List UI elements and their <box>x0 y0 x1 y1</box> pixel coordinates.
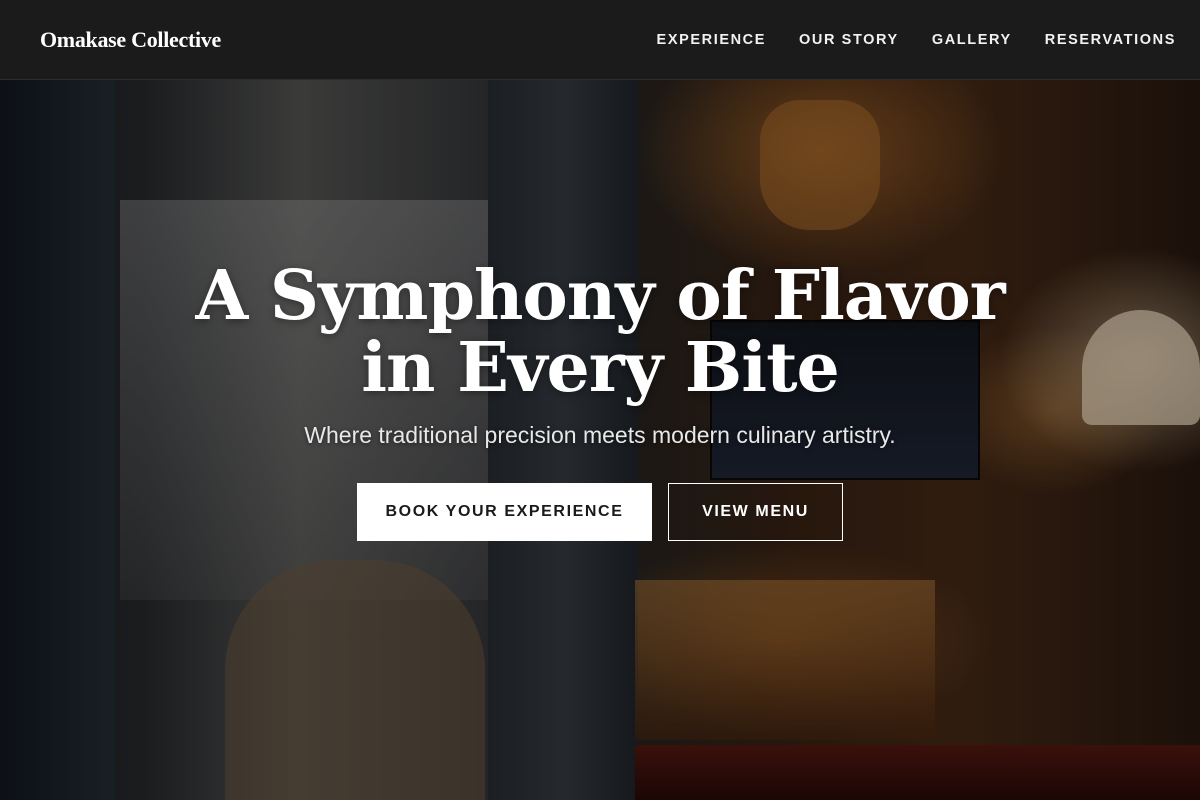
view-menu-button[interactable]: VIEW MENU <box>668 483 843 541</box>
nav-link-reservations[interactable]: RESERVATIONS <box>1045 32 1176 48</box>
nav-link-gallery[interactable]: GALLERY <box>932 32 1012 48</box>
hero-cta-group: BOOK YOUR EXPERIENCE VIEW MENU <box>0 483 1200 541</box>
main-nav: EXPERIENCE OUR STORY GALLERY RESERVATION… <box>657 32 1176 48</box>
nav-link-our-story[interactable]: OUR STORY <box>799 32 899 48</box>
hero-headline: A Symphony of Flavor in Every Bite <box>195 256 1005 408</box>
book-experience-button[interactable]: BOOK YOUR EXPERIENCE <box>357 483 652 541</box>
brand-logo[interactable]: Omakase Collective <box>40 27 221 53</box>
nav-link-experience[interactable]: EXPERIENCE <box>657 32 766 48</box>
site-header: Omakase Collective EXPERIENCE OUR STORY … <box>0 0 1200 80</box>
hero-subheadline: Where traditional precision meets modern… <box>304 422 896 448</box>
hero-section: A Symphony of Flavor in Every Bite Where… <box>0 80 1200 800</box>
landing-page: Omakase Collective EXPERIENCE OUR STORY … <box>0 0 1200 800</box>
